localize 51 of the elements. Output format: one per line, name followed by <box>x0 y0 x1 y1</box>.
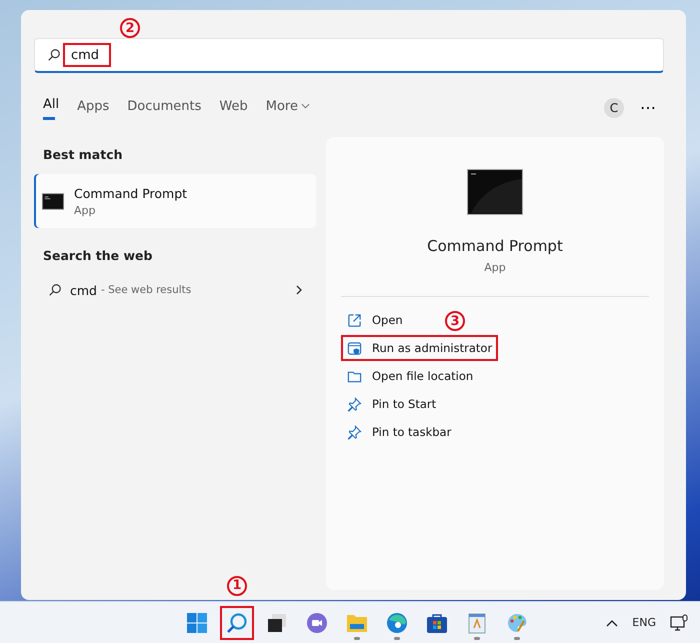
callout-number: 2 <box>120 18 140 38</box>
search-input[interactable]: cmd <box>63 43 111 67</box>
filter-tab[interactable]: Apps <box>77 93 110 123</box>
running-indicator <box>354 636 360 640</box>
action-item[interactable]: Pin to Start <box>341 391 442 417</box>
search-field[interactable]: cmd <box>34 38 664 73</box>
app-title: Command Prompt <box>427 237 563 255</box>
web-hint: - See web results <box>100 284 192 296</box>
more-options-button[interactable]: ⋯ <box>636 98 660 118</box>
search-icon <box>47 48 61 62</box>
action-item[interactable]: Open <box>341 307 409 333</box>
terminal-icon <box>42 192 64 210</box>
external-link-icon <box>347 312 362 328</box>
web-result-item[interactable]: cmd - See web results <box>34 277 316 303</box>
running-indicator <box>474 636 480 640</box>
terminal-icon <box>467 169 523 215</box>
account-avatar[interactable]: C <box>604 98 624 118</box>
pin-icon <box>347 396 362 412</box>
result-title: Command Prompt <box>74 186 188 200</box>
caret-up-icon[interactable] <box>606 618 618 626</box>
monitor-icon[interactable] <box>670 614 688 632</box>
result-item[interactable]: Command Prompt App <box>34 174 316 228</box>
result-subtitle: App <box>74 204 96 216</box>
task-view-icon <box>266 612 288 634</box>
section-heading: Best match <box>42 147 124 162</box>
search-icon <box>226 612 248 634</box>
running-indicator <box>394 636 400 640</box>
browser-icon <box>386 612 408 634</box>
language-indicator[interactable]: ENG <box>632 616 656 629</box>
document-icon <box>466 612 488 634</box>
section-heading: Search the web <box>42 248 154 263</box>
callout-number: 3 <box>445 311 465 331</box>
action-item[interactable]: Pin to taskbar <box>341 419 458 445</box>
running-indicator <box>514 636 520 640</box>
filter-tab[interactable]: Web <box>219 93 248 123</box>
callout-number: 1 <box>227 576 247 596</box>
folder-icon <box>347 368 362 384</box>
palette-icon <box>506 612 528 634</box>
search-icon <box>48 283 62 297</box>
filter-tab[interactable]: Documents <box>127 93 202 123</box>
pin-icon <box>347 424 362 440</box>
window-shield-icon <box>347 340 362 356</box>
windows-logo-icon <box>186 612 208 634</box>
action-item[interactable]: Run as administrator <box>341 335 498 361</box>
app-type: App <box>484 261 506 274</box>
web-query: cmd <box>70 282 97 298</box>
action-item[interactable]: Open file location <box>341 363 480 389</box>
shopping-bag-icon <box>426 612 448 634</box>
chat-icon <box>306 612 328 634</box>
filter-tab[interactable]: More <box>266 93 310 123</box>
chevron-icon <box>296 285 302 295</box>
